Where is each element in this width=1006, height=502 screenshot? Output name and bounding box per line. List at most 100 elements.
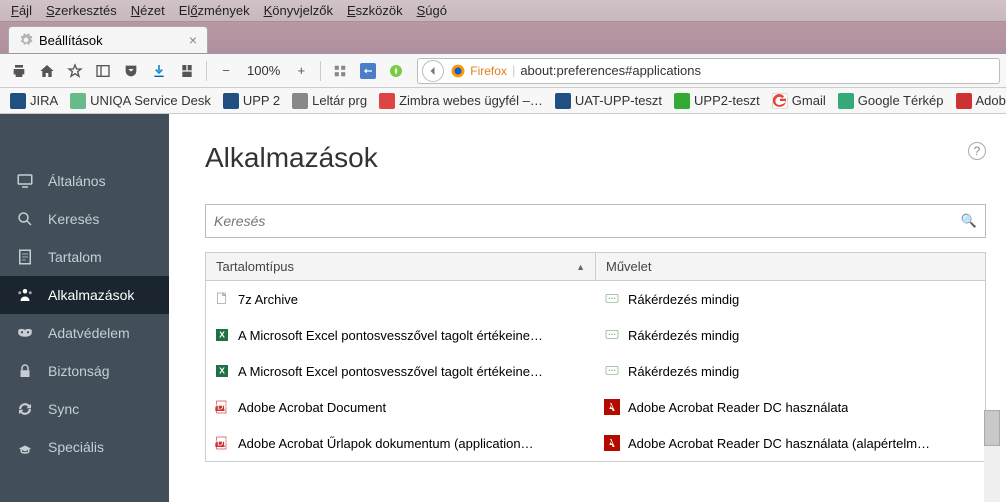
- bookmark-favicon: [292, 93, 308, 109]
- menu-előzmények[interactable]: Előzmények: [172, 1, 257, 20]
- sidebar-item-biztonság[interactable]: Biztonság: [0, 352, 169, 390]
- sync-icon: [16, 400, 34, 418]
- bookmark-favicon: [10, 93, 26, 109]
- settings-sidebar: Általános Keresés Tartalom Alkalmazások Adat…: [0, 114, 169, 502]
- url-bar[interactable]: Firefox |: [417, 58, 1000, 84]
- home-button[interactable]: [34, 58, 60, 84]
- bookmark-item[interactable]: UNIQA Service Desk: [64, 91, 217, 111]
- tab-title: Beállítások: [39, 33, 103, 48]
- table-header: Tartalomtípus▲ Művelet: [206, 253, 985, 281]
- page-title: Alkalmazások: [205, 142, 986, 174]
- sidebar-item-adatvédelem[interactable]: Adatvédelem: [0, 314, 169, 352]
- sort-asc-icon: ▲: [576, 262, 585, 272]
- sidebar-item-sync[interactable]: Sync: [0, 390, 169, 428]
- table-row[interactable]: PDFAdobe Acrobat Űrlapok dokumentum (app…: [206, 425, 985, 461]
- sidebar-item-label: Általános: [48, 173, 106, 189]
- close-tab-icon[interactable]: ×: [189, 32, 197, 48]
- menu-súgó[interactable]: Súgó: [410, 1, 454, 20]
- addon1-button[interactable]: [355, 58, 381, 84]
- table-row[interactable]: PDFAdobe Acrobat DocumentAdobe Acrobat R…: [206, 389, 985, 425]
- gear-icon: [19, 33, 33, 47]
- excel-icon: X: [214, 327, 230, 343]
- menu-fájl[interactable]: Fájl: [4, 1, 39, 20]
- bookmark-item[interactable]: UPP 2: [217, 91, 286, 111]
- sidebar-item-label: Tartalom: [48, 249, 102, 265]
- adobe-icon: [604, 399, 620, 415]
- scrollbar-thumb[interactable]: [984, 410, 1000, 446]
- bookmark-favicon: [674, 93, 690, 109]
- mask-icon: [16, 324, 34, 342]
- zoom-level: 100%: [241, 63, 286, 78]
- menu-szerkesztés[interactable]: Szerkesztés: [39, 1, 124, 20]
- bookmark-item[interactable]: Google Térkép: [832, 91, 950, 111]
- doc-icon: [16, 248, 34, 266]
- bookmark-favicon: [555, 93, 571, 109]
- bookmark-item[interactable]: Adobe Connect Login: [950, 91, 1006, 111]
- svg-text:X: X: [219, 366, 225, 376]
- sidebar-item-label: Alkalmazások: [48, 287, 134, 303]
- sidebar-item-tartalom[interactable]: Tartalom: [0, 238, 169, 276]
- bookmark-item[interactable]: UAT-UPP-teszt: [549, 91, 668, 111]
- grid-button[interactable]: [327, 58, 353, 84]
- download-button[interactable]: [146, 58, 172, 84]
- table-row[interactable]: 7z ArchiveRákérdezés mindig: [206, 281, 985, 317]
- devtools-button[interactable]: [174, 58, 200, 84]
- pocket-button[interactable]: [118, 58, 144, 84]
- table-row[interactable]: XA Microsoft Excel pontosvesszővel tagol…: [206, 353, 985, 389]
- ask-icon: [604, 291, 620, 307]
- help-button[interactable]: ?: [968, 142, 986, 160]
- col-action[interactable]: Művelet: [596, 253, 985, 280]
- print-button[interactable]: [6, 58, 32, 84]
- sidebar-item-speciális[interactable]: Speciális: [0, 428, 169, 466]
- ask-icon: [604, 363, 620, 379]
- url-input[interactable]: [520, 63, 995, 78]
- bookmark-favicon: [70, 93, 86, 109]
- bookmark-item[interactable]: UPP2-teszt: [668, 91, 766, 111]
- col-content-type[interactable]: Tartalomtípus▲: [206, 253, 596, 280]
- bookmark-item[interactable]: JIRA: [4, 91, 64, 111]
- hat-icon: [16, 438, 34, 456]
- pdf-icon: PDF: [214, 435, 230, 451]
- menu-eszközök[interactable]: Eszközök: [340, 1, 410, 20]
- bookmark-favicon: [379, 93, 395, 109]
- bookmark-star-button[interactable]: [62, 58, 88, 84]
- separator: [206, 61, 207, 81]
- sidebar-item-label: Keresés: [48, 211, 99, 227]
- table-row[interactable]: XA Microsoft Excel pontosvesszővel tagol…: [206, 317, 985, 353]
- menu-nézet[interactable]: Nézet: [124, 1, 172, 20]
- sidebar-item-általános[interactable]: Általános: [0, 162, 169, 200]
- separator: [320, 61, 321, 81]
- lock-icon: [16, 362, 34, 380]
- app-search-box[interactable]: 🔍: [205, 204, 986, 238]
- bookmark-favicon: [956, 93, 972, 109]
- table-body: 7z ArchiveRákérdezés mindigXA Microsoft …: [206, 281, 985, 461]
- bookmark-item[interactable]: Gmail: [766, 91, 832, 111]
- menu-könyvjelzők[interactable]: Könyvjelzők: [257, 1, 340, 20]
- search-icon[interactable]: 🔍: [961, 213, 977, 229]
- addon2-button[interactable]: [383, 58, 409, 84]
- file-icon: [214, 291, 230, 307]
- svg-text:PDF: PDF: [214, 438, 229, 448]
- screen-icon: [16, 172, 34, 190]
- sidebar-item-keresés[interactable]: Keresés: [0, 200, 169, 238]
- settings-main: ? Alkalmazások 🔍 Tartalomtípus▲ Művelet …: [169, 114, 1006, 502]
- sidebar-item-label: Sync: [48, 401, 79, 417]
- svg-text:PDF: PDF: [214, 402, 229, 412]
- svg-text:X: X: [219, 330, 225, 340]
- tab-settings[interactable]: Beállítások ×: [8, 26, 208, 53]
- back-button[interactable]: [422, 60, 444, 82]
- firefox-icon: [451, 64, 465, 78]
- bookmark-item[interactable]: Leltár prg: [286, 91, 373, 111]
- bookmark-item[interactable]: Zimbra webes ügyfél –…: [373, 91, 549, 111]
- app-search-input[interactable]: [214, 213, 961, 229]
- apps-icon: [16, 286, 34, 304]
- sidebar-item-alkalmazások[interactable]: Alkalmazások: [0, 276, 169, 314]
- zoom-out-button[interactable]: −: [213, 58, 239, 84]
- applications-table: Tartalomtípus▲ Művelet 7z ArchiveRákérde…: [205, 252, 986, 462]
- zoom-in-button[interactable]: +: [288, 58, 314, 84]
- url-brand: Firefox: [470, 64, 507, 78]
- scrollbar[interactable]: [984, 410, 1000, 502]
- excel-icon: X: [214, 363, 230, 379]
- sidebar-item-label: Adatvédelem: [48, 325, 130, 341]
- sidebar-button[interactable]: [90, 58, 116, 84]
